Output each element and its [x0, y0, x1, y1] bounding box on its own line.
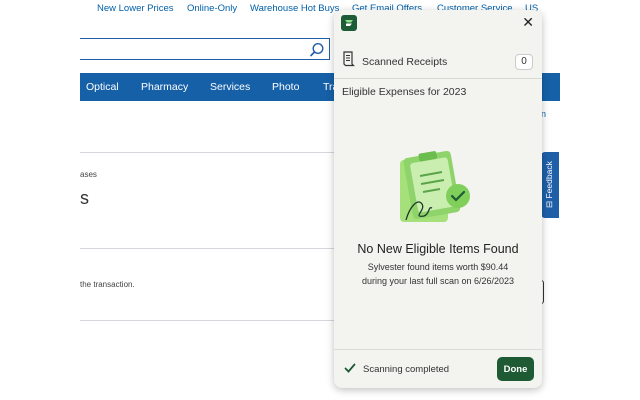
nav-item-photo[interactable]: Photo: [272, 81, 299, 93]
nav-item-optical[interactable]: Optical: [86, 81, 119, 93]
nav-item-services[interactable]: Services: [210, 81, 250, 93]
topnav-new-lower-prices[interactable]: New Lower Prices: [97, 3, 174, 14]
no-items-title: No New Eligible Items Found: [357, 242, 519, 256]
app-logo-icon: [341, 15, 357, 31]
extension-popup: ✕ Scanned Receipts 0 Eligible Expenses f…: [334, 10, 542, 388]
left-margin: [0, 0, 80, 400]
receipt-icon: [343, 51, 355, 67]
divider: [80, 248, 334, 249]
close-icon[interactable]: ✕: [522, 14, 534, 31]
last-scan-text: during your last full scan on 6/26/2023: [361, 276, 515, 286]
divider: [80, 320, 334, 321]
scanned-receipts-label: Scanned Receipts: [362, 56, 448, 68]
done-button[interactable]: Done: [497, 357, 534, 381]
scan-status-text: Scanning completed: [363, 364, 450, 375]
feedback-icon: ⊟: [544, 198, 554, 208]
page-title: s: [80, 188, 89, 208]
right-margin: [560, 0, 640, 400]
topnav-warehouse-hot-buys[interactable]: Warehouse Hot Buys: [250, 3, 339, 14]
scanned-receipts-row[interactable]: Scanned Receipts 0: [334, 40, 542, 79]
topnav-online-only[interactable]: Online-Only: [187, 3, 237, 14]
check-icon: [344, 363, 356, 373]
divider: [80, 152, 334, 153]
search-icon[interactable]: [309, 42, 325, 58]
feedback-label: ⊟ Feedback: [544, 161, 554, 208]
clipboard-check-illustration: [400, 150, 470, 222]
search-input[interactable]: [80, 38, 330, 60]
feedback-tab[interactable]: ⊟ Feedback: [541, 152, 559, 218]
scanned-receipts-count: 0: [515, 54, 533, 70]
nav-item-pharmacy[interactable]: Pharmacy: [141, 81, 188, 93]
found-items-text: Sylvester found items worth $90.44: [367, 262, 509, 272]
transaction-text: the transaction.: [80, 280, 135, 289]
popup-footer: Scanning completed Done: [334, 349, 542, 388]
eligible-expenses-title: Eligible Expenses for 2023: [342, 86, 467, 98]
breadcrumb[interactable]: ases: [80, 170, 97, 179]
